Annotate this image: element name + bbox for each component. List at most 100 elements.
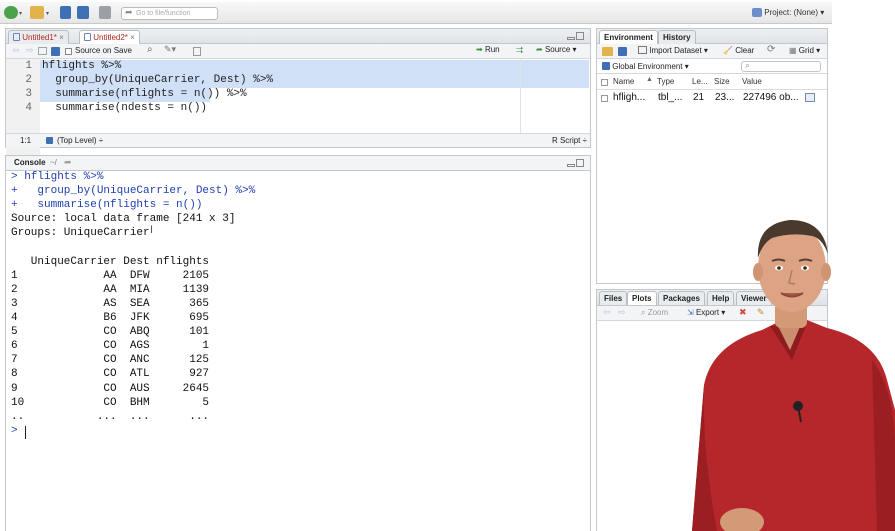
run-label: Run [484, 45, 500, 54]
new-file-icon[interactable] [4, 6, 18, 19]
line-number: 2 [25, 74, 32, 86]
code-line[interactable]: hflights %>% [42, 60, 121, 72]
tab-untitled1[interactable]: Untitled1* × [8, 30, 69, 44]
rerun-icon[interactable]: ⮆ [516, 45, 523, 56]
console-line: 8 CO ATL 927 [11, 368, 210, 381]
console-pane: Console ~/ ➦ > hflights %>% + group_by(Un… [5, 155, 591, 531]
save-icon[interactable] [51, 47, 60, 56]
console-line: 4 B6 JFK 695 [11, 312, 210, 324]
search-icon: ⌕ [745, 60, 751, 70]
zoom-button[interactable]: ⌕ Zoom [641, 308, 668, 318]
var-name[interactable]: hfligh... [613, 92, 645, 103]
global-environment-menu[interactable]: Global Environment ▾ [602, 62, 689, 71]
load-workspace-icon[interactable] [602, 47, 613, 56]
go-to-dir-icon[interactable]: ➦ [64, 157, 72, 168]
save-workspace-icon[interactable] [618, 47, 627, 56]
var-type: tbl_... [658, 92, 683, 103]
save-all-icon[interactable] [77, 6, 89, 19]
clear-button[interactable]: 🧹 Clear [723, 46, 754, 55]
line-number: 3 [25, 88, 32, 100]
column-value[interactable]: Value [742, 77, 762, 86]
chevron-down-icon: ▾ [820, 8, 825, 17]
code-line[interactable]: summarise(nflights = n()) %>% [42, 88, 246, 100]
tab-history[interactable]: History [658, 30, 696, 44]
goto-file-input[interactable]: ➦ Go to file/function [121, 7, 218, 20]
console-caret [25, 425, 26, 439]
file-type-menu[interactable]: R Script ÷ [552, 136, 587, 145]
tab-untitled2[interactable]: Untitled2* × [79, 30, 140, 44]
r-file-icon [84, 33, 91, 41]
print-icon[interactable] [99, 6, 111, 19]
scope-icon [46, 137, 53, 144]
import-dataset-button[interactable]: Import Dataset ▾ [638, 46, 708, 55]
minimize-icon[interactable] [567, 37, 575, 40]
var-value: 227496 ob... [743, 92, 799, 103]
grid-view-button[interactable]: ▦ Grid ▾ [789, 46, 820, 55]
code-line[interactable]: group_by(UniqueCarrier, Dest) %>% [42, 74, 273, 86]
close-icon[interactable]: × [59, 33, 64, 42]
maximize-icon[interactable] [576, 32, 584, 40]
column-name[interactable]: Name [613, 77, 634, 86]
import-label: Import Dataset ▾ [649, 46, 708, 55]
console-line: 2 AA MIA 1139 [11, 283, 210, 296]
show-in-window-icon[interactable] [38, 47, 47, 55]
row-checkbox[interactable] [601, 95, 608, 102]
back-arrow-icon[interactable]: ⇦ [603, 307, 611, 318]
column-length[interactable]: Le... [692, 77, 708, 86]
line-number: 1 [25, 60, 32, 72]
grid-label: Grid ▾ [798, 46, 821, 55]
chevron-down-icon[interactable]: ▾ [19, 10, 22, 17]
scope-bar: Global Environment ▾ ⌕ [597, 59, 827, 74]
environment-icon [602, 62, 610, 70]
chevron-down-icon[interactable]: ▾ [46, 10, 49, 17]
console-line: 5 CO ABQ 101 [11, 326, 210, 339]
var-size: 23... [715, 92, 735, 103]
pane-minmax[interactable] [566, 32, 586, 41]
console-line: + group_by(UniqueCarrier, Dest) %>% [11, 185, 256, 198]
forward-arrow-icon[interactable]: ⇨ [26, 45, 34, 56]
broom-icon: 🧹 [723, 46, 733, 55]
main-toolbar: ▾ ▾ ➦ Go to file/function Project: (None… [0, 2, 832, 24]
console-path: ~/ [50, 158, 57, 167]
column-size[interactable]: Size [714, 77, 730, 86]
code-line[interactable]: summarise(ndests = n()) [42, 102, 207, 114]
run-button[interactable]: ➡ Run [476, 45, 500, 54]
open-project-icon[interactable] [30, 6, 44, 19]
project-icon [752, 8, 762, 18]
save-icon[interactable] [60, 6, 71, 19]
zoom-label: Zoom [647, 308, 669, 317]
console-line: UniqueCarrier Dest nflights [11, 255, 210, 268]
project-menu[interactable]: Project: (None) ▾ [752, 8, 825, 18]
environment-tabbar: Environment History [597, 29, 827, 44]
select-all-checkbox[interactable] [601, 79, 608, 86]
tab-plots[interactable]: Plots [627, 291, 657, 305]
cursor-position: 1:1 [20, 136, 32, 145]
table-icon [638, 46, 647, 54]
clear-label: Clear [735, 46, 755, 55]
column-type[interactable]: Type [657, 77, 674, 86]
margin-line [520, 59, 521, 133]
console-line: 3 AS SEA 365 [11, 297, 210, 310]
console-line: 9 CO AUS 2645 [11, 382, 210, 395]
line-number: 4 [25, 102, 32, 114]
pane-minmax[interactable] [566, 159, 586, 168]
source-button[interactable]: ➦ Source ▾ [536, 45, 577, 54]
refresh-icon[interactable]: ⟳ [767, 44, 775, 55]
source-on-save-checkbox[interactable] [65, 48, 72, 55]
forward-arrow-icon[interactable]: ⇨ [618, 307, 626, 318]
console-line: Groups: UniqueCarrier [11, 227, 150, 240]
minimize-icon[interactable] [567, 164, 575, 167]
editor-toolbar: ⇦ ⇨ Source on Save ⌕ ✎▾ ➡ Run ⮆ ➦ Source… [6, 44, 590, 59]
compile-icon[interactable] [193, 47, 201, 56]
tab-environment[interactable]: Environment [599, 30, 658, 44]
view-table-icon[interactable] [805, 93, 815, 102]
wand-icon[interactable]: ✎▾ [164, 44, 176, 55]
back-arrow-icon[interactable]: ⇦ [12, 45, 20, 56]
environment-search-input[interactable]: ⌕ [741, 60, 821, 72]
maximize-icon[interactable] [576, 159, 584, 167]
console-line: > [11, 424, 25, 437]
scope-menu[interactable]: (Top Level) ÷ [57, 136, 103, 145]
tab-files[interactable]: Files [599, 291, 628, 305]
close-icon[interactable]: × [130, 33, 135, 42]
search-icon[interactable]: ⌕ [147, 44, 153, 55]
